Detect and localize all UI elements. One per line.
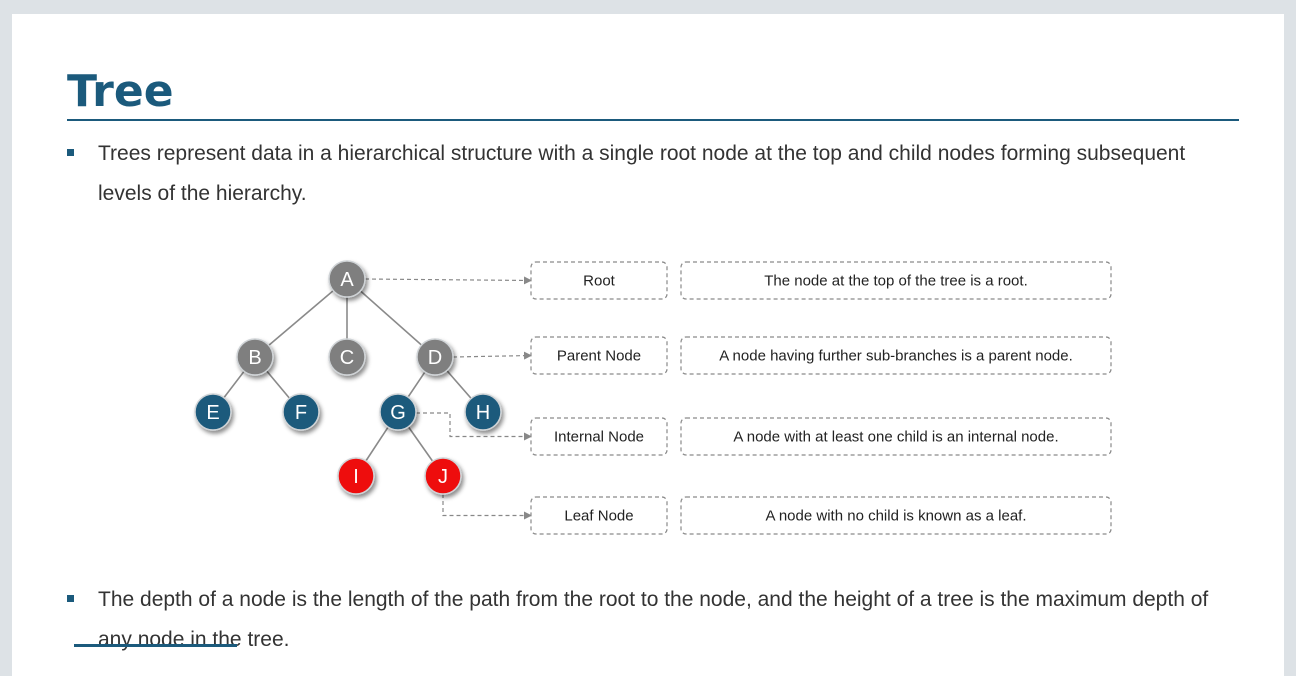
legend-row-3: Internal Node A node with at least one ch… bbox=[530, 417, 1112, 456]
bullet-text: The depth of a node is the length of the… bbox=[98, 588, 1209, 651]
definition-text: A node having further sub-branches is a … bbox=[719, 348, 1073, 365]
term-label: Leaf Node bbox=[564, 508, 633, 525]
node-label: C bbox=[340, 347, 354, 369]
tree-node-A: A bbox=[328, 260, 366, 298]
tree-node-D: D bbox=[416, 338, 454, 376]
bullet-square-icon bbox=[67, 595, 74, 602]
connector-A-to-term bbox=[364, 276, 532, 285]
connector-J-to-term bbox=[442, 494, 532, 520]
tree-node-F: F bbox=[282, 393, 320, 431]
legend-row-2: Parent Node A node having further sub-bra… bbox=[530, 336, 1112, 375]
tree-nodes: A B C D E F G H I J bbox=[194, 260, 502, 495]
node-label: H bbox=[476, 402, 490, 424]
node-label: F bbox=[295, 402, 307, 424]
definition-text: A node with at least one child is an int… bbox=[733, 429, 1058, 446]
node-label: A bbox=[340, 269, 354, 291]
tree-node-G: G bbox=[379, 393, 417, 431]
term-label: Internal Node bbox=[554, 429, 644, 446]
footer-accent-line bbox=[74, 644, 237, 647]
tree-node-B: B bbox=[236, 338, 274, 376]
tree-node-C: C bbox=[328, 338, 366, 376]
tree-edges bbox=[212, 278, 484, 477]
definition-text: The node at the top of the tree is a roo… bbox=[764, 273, 1028, 290]
term-label: Root bbox=[583, 273, 616, 290]
tree-node-I: I bbox=[337, 457, 375, 495]
tree-node-H: H bbox=[464, 393, 502, 431]
term-label: Parent Node bbox=[557, 348, 641, 365]
legend-row-1: Root The node at the top of the tree is a… bbox=[530, 261, 1112, 300]
node-label: G bbox=[390, 402, 406, 424]
node-label: B bbox=[248, 347, 261, 369]
node-label: I bbox=[353, 466, 359, 488]
node-label: J bbox=[438, 466, 448, 488]
connector-D-to-term bbox=[452, 351, 532, 360]
definition-text: A node with no child is known as a leaf. bbox=[766, 508, 1027, 525]
legend-row-4: Leaf Node A node with no child is known a… bbox=[530, 496, 1112, 535]
node-label: D bbox=[428, 347, 442, 369]
tree-node-J: J bbox=[424, 457, 462, 495]
slide: Tree Trees represent data in a hierarchi… bbox=[12, 14, 1284, 676]
tree-node-E: E bbox=[194, 393, 232, 431]
node-label: E bbox=[206, 402, 219, 424]
legend-boxes: Root The node at the top of the tree is a… bbox=[530, 261, 1112, 535]
tree-diagram: A B C D E F G H I J Root The node at the top of th… bbox=[194, 260, 1112, 535]
